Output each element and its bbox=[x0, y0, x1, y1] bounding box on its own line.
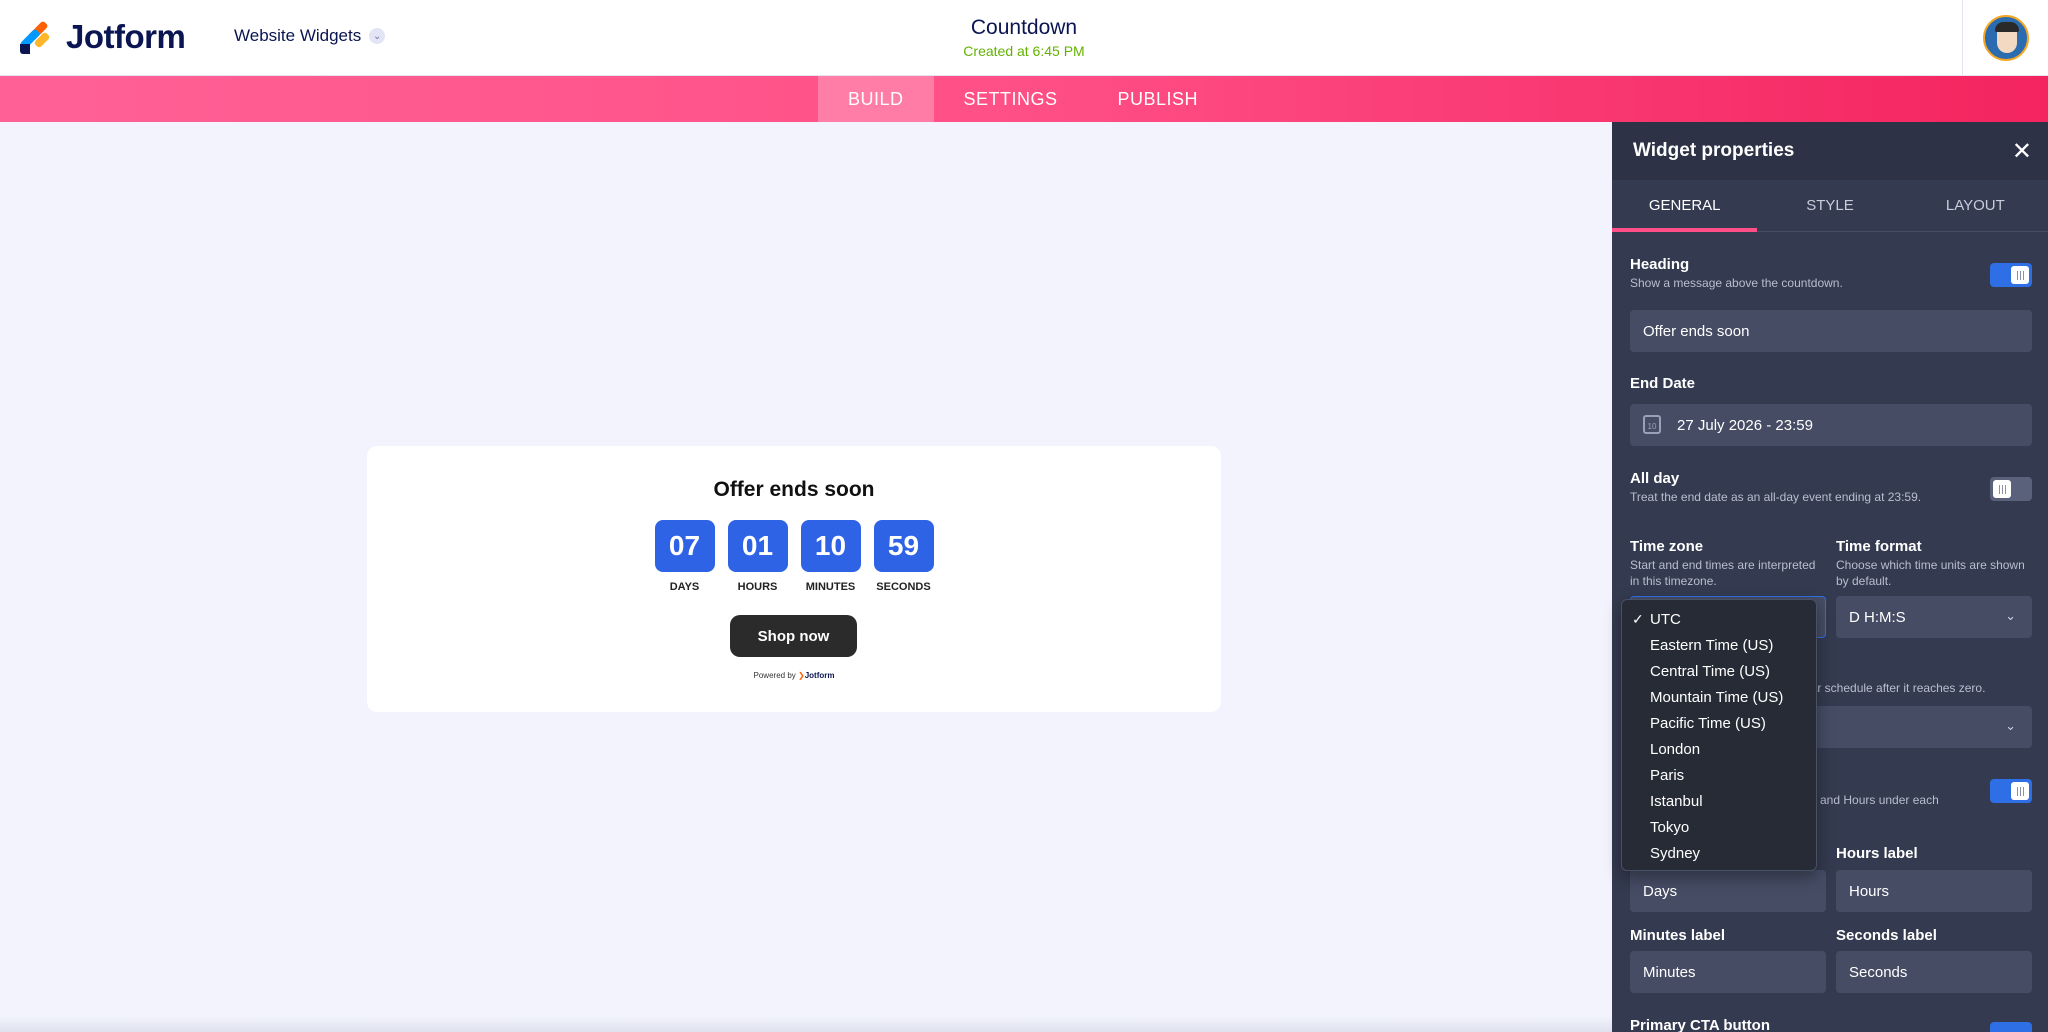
countdown-widget-preview[interactable]: Offer ends soon 07 DAYS 01 HOURS 10 MINU… bbox=[367, 446, 1221, 712]
seconds-label-title: Seconds label bbox=[1836, 927, 1937, 944]
heading-desc: Show a message above the countdown. bbox=[1630, 276, 1843, 290]
chevron-down-icon: ⌄ bbox=[2005, 718, 2016, 733]
tz-option-central[interactable]: Central Time (US) bbox=[1622, 658, 1816, 684]
seconds-label-input[interactable]: Seconds bbox=[1836, 951, 2032, 993]
time-zone-dropdown: ✓ UTC Eastern Time (US) Central Time (US)… bbox=[1621, 599, 1817, 871]
end-date-label: End Date bbox=[1630, 375, 1696, 392]
repeat-desc: lar schedule after it reaches zero. bbox=[1808, 681, 1986, 695]
hours-value: 01 bbox=[727, 520, 788, 572]
tz-option-tokyo[interactable]: Tokyo bbox=[1622, 815, 1816, 841]
tz-option-istanbul[interactable]: Istanbul bbox=[1622, 789, 1816, 815]
calendar-icon: 10 bbox=[1643, 415, 1661, 434]
countdown-hours: 01 HOURS bbox=[727, 520, 788, 593]
tab-publish[interactable]: PUBLISH bbox=[1088, 76, 1229, 122]
heading-input[interactable]: Offer ends soon bbox=[1630, 310, 2032, 352]
countdown-seconds: 59 SECONDS bbox=[873, 520, 934, 593]
account-area bbox=[1962, 0, 2048, 76]
tz-option-sydney[interactable]: Sydney bbox=[1622, 841, 1816, 867]
seconds-value: 59 bbox=[873, 520, 934, 572]
heading-label: Heading bbox=[1630, 256, 1690, 273]
panel-title: Widget properties bbox=[1633, 140, 1795, 161]
hours-label-title: Hours label bbox=[1836, 845, 1918, 862]
close-icon[interactable]: ✕ bbox=[2012, 137, 2032, 166]
created-timestamp: Created at 6:45 PM bbox=[963, 43, 1085, 59]
powered-by-brand: Jotform bbox=[804, 671, 835, 680]
panel-tabs: GENERAL STYLE LAYOUT bbox=[1612, 180, 2048, 232]
unit-labels-desc: and Hours under each bbox=[1820, 793, 1939, 807]
days-value: 07 bbox=[654, 520, 715, 572]
check-icon: ✓ bbox=[1632, 610, 1644, 627]
time-format-desc: Choose which time units are shown by def… bbox=[1836, 558, 2025, 588]
time-zone-desc: Start and end times are interpreted in t… bbox=[1630, 558, 1816, 588]
minutes-label-title: Minutes label bbox=[1630, 927, 1726, 944]
panel-header: Widget properties ✕ bbox=[1612, 122, 2048, 180]
canvas-bottom-shadow bbox=[0, 1016, 1612, 1032]
tz-option-mountain[interactable]: Mountain Time (US) bbox=[1622, 684, 1816, 710]
tz-option-paris[interactable]: Paris bbox=[1622, 763, 1816, 789]
minutes-label: MINUTES bbox=[805, 581, 856, 593]
seconds-label: SECONDS bbox=[876, 581, 931, 593]
powered-by[interactable]: Powered by ❯Jotform bbox=[367, 671, 1221, 680]
jotform-mini-icon: ❯ bbox=[798, 671, 805, 680]
all-day-desc: Treat the end date as an all-day event e… bbox=[1630, 490, 1922, 504]
all-day-label: All day bbox=[1630, 470, 1680, 487]
days-label-input[interactable]: Days bbox=[1630, 870, 1826, 912]
tab-settings[interactable]: SETTINGS bbox=[934, 76, 1088, 122]
tab-layout[interactable]: LAYOUT bbox=[1903, 180, 2048, 231]
countdown-minutes: 10 MINUTES bbox=[800, 520, 861, 593]
widget-heading: Offer ends soon bbox=[713, 478, 875, 501]
shop-now-button[interactable]: Shop now bbox=[730, 615, 857, 657]
document-title-block: Countdown Created at 6:45 PM bbox=[0, 16, 2048, 59]
avatar[interactable] bbox=[1982, 15, 2029, 61]
heading-toggle[interactable] bbox=[1990, 263, 2032, 287]
primary-cta-toggle[interactable] bbox=[1990, 1022, 2032, 1032]
hours-label: HOURS bbox=[737, 581, 778, 593]
tab-general[interactable]: GENERAL bbox=[1612, 180, 1758, 232]
primary-cta-label: Primary CTA button bbox=[1630, 1017, 1771, 1032]
minutes-label-input[interactable]: Minutes bbox=[1630, 951, 1826, 993]
top-header: Jotform Website Widgets ⌄ Countdown Crea… bbox=[0, 0, 2048, 76]
countdown-days: 07 DAYS bbox=[654, 520, 715, 593]
time-format-value: D H:M:S bbox=[1849, 608, 1906, 626]
unit-labels-toggle[interactable] bbox=[1990, 779, 2032, 803]
minutes-value: 10 bbox=[800, 520, 861, 572]
widget-properties-panel: Widget properties ✕ GENERAL STYLE LAYOUT… bbox=[1612, 122, 2048, 1032]
all-day-toggle[interactable] bbox=[1990, 477, 2032, 501]
hours-label-input[interactable]: Hours bbox=[1836, 870, 2032, 912]
tz-option-eastern[interactable]: Eastern Time (US) bbox=[1622, 632, 1816, 658]
end-date-value: 27 July 2026 - 23:59 bbox=[1677, 416, 1813, 434]
time-format-label: Time format bbox=[1836, 538, 1922, 555]
tab-style[interactable]: STYLE bbox=[1757, 180, 1902, 231]
tz-option-pacific[interactable]: Pacific Time (US) bbox=[1622, 710, 1816, 736]
page-title[interactable]: Countdown bbox=[0, 16, 2048, 40]
end-date-input[interactable]: 10 27 July 2026 - 23:59 bbox=[1630, 404, 2032, 446]
tz-option-london[interactable]: London bbox=[1622, 736, 1816, 762]
time-zone-label: Time zone bbox=[1630, 538, 1704, 555]
countdown-units: 07 DAYS 01 HOURS 10 MINUTES 59 SECONDS bbox=[367, 520, 1221, 593]
time-format-select[interactable]: D H:M:S ⌄ bbox=[1836, 596, 2032, 638]
powered-by-prefix: Powered by bbox=[753, 671, 796, 680]
days-label: DAYS bbox=[669, 581, 700, 593]
builder-nav: BUILD SETTINGS PUBLISH bbox=[0, 76, 2048, 122]
chevron-down-icon: ⌄ bbox=[2005, 608, 2016, 623]
tz-option-utc[interactable]: ✓ UTC bbox=[1622, 606, 1816, 632]
tab-build[interactable]: BUILD bbox=[818, 76, 934, 122]
